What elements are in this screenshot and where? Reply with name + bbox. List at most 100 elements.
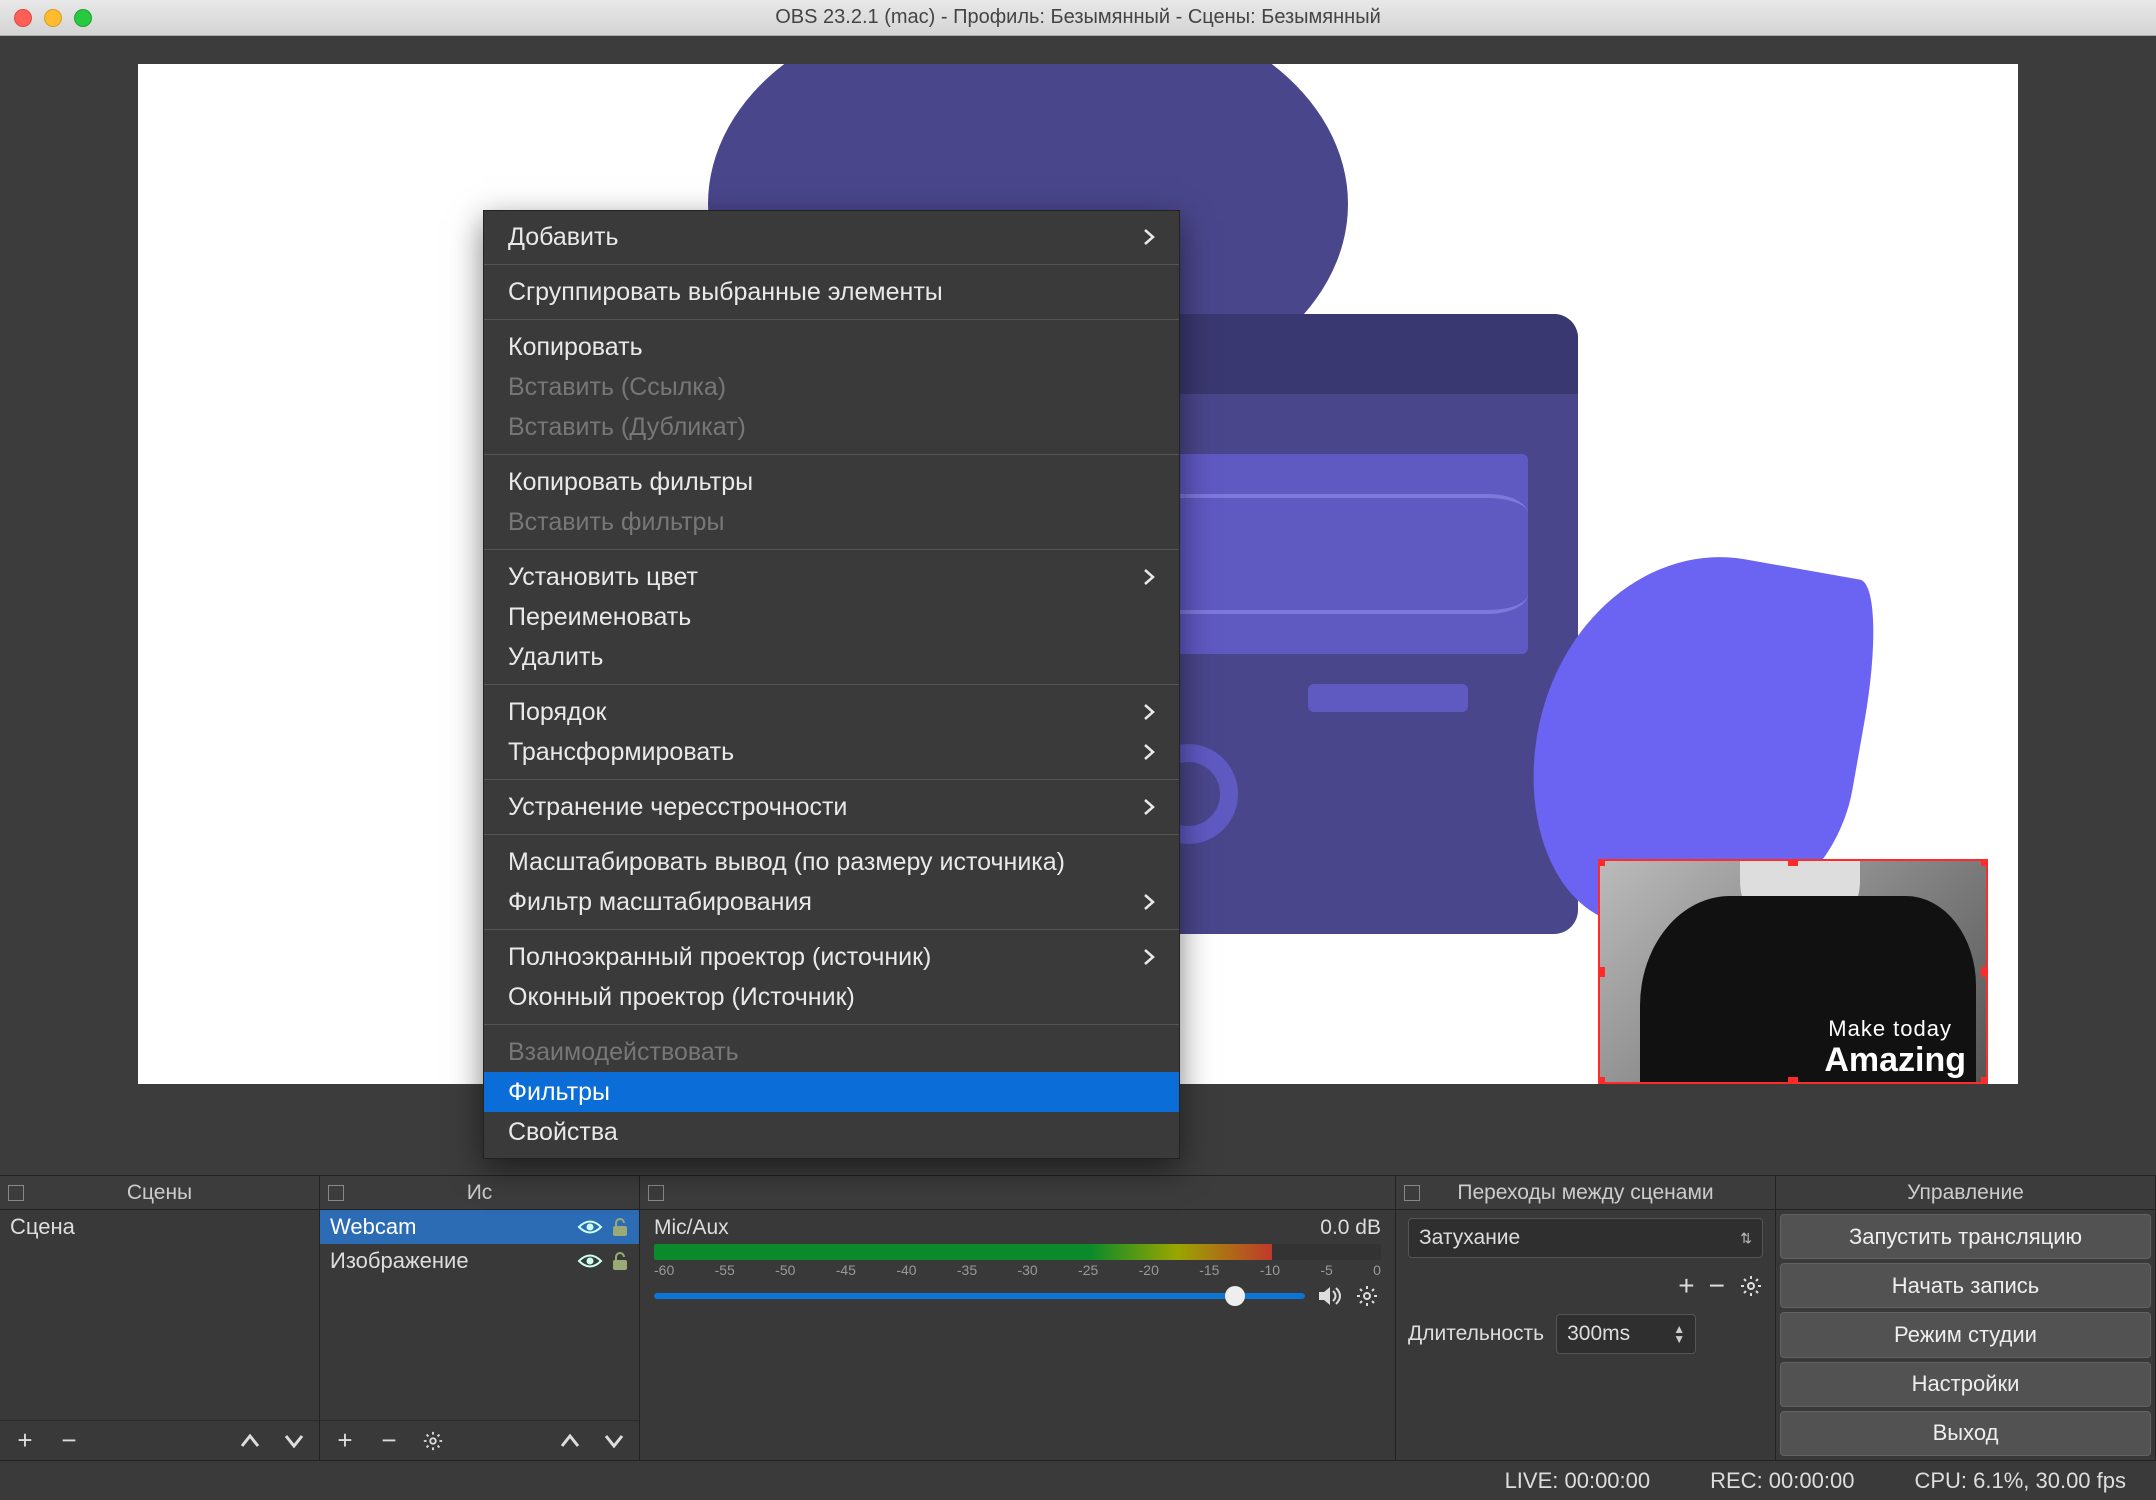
undock-icon[interactable] [1404,1185,1420,1201]
undock-icon[interactable] [8,1185,24,1201]
panel-header-transitions: Переходы между сценами [1396,1176,1775,1210]
transition-settings-icon[interactable] [1739,1274,1763,1298]
lock-icon[interactable] [611,1251,629,1271]
minimize-icon[interactable] [44,9,62,27]
context-menu-item[interactable]: Переименовать [484,597,1179,637]
control-button[interactable]: Режим студии [1780,1312,2151,1357]
move-scene-up-button[interactable] [235,1426,265,1456]
resize-handle[interactable] [1788,859,1798,866]
resize-handle[interactable] [1598,967,1605,977]
control-button[interactable]: Начать запись [1780,1263,2151,1308]
chevron-right-icon [1143,228,1155,246]
webcam-overlay-text1: Make today [1828,1016,1952,1042]
spinner-buttons[interactable]: ▲▼ [1673,1324,1685,1344]
close-icon[interactable] [14,9,32,27]
panel-header-scenes: Сцены [0,1176,319,1210]
context-menu-item[interactable]: Масштабировать вывод (по размеру источни… [484,842,1179,882]
resize-handle[interactable] [1981,967,1988,977]
resize-handle[interactable] [1598,859,1605,866]
remove-transition-button[interactable]: − [1709,1270,1725,1302]
window-title: OBS 23.2.1 (mac) - Профиль: Безымянный -… [0,6,2156,29]
duration-spinner[interactable]: 300ms ▲▼ [1556,1314,1696,1354]
menu-item-label: Копировать [508,331,643,363]
mixer-track: Mic/Aux 0.0 dB -60-55-50-45-40-35-30-25-… [654,1216,1381,1308]
source-row[interactable]: Изображение [320,1244,639,1278]
status-live: LIVE: 00:00:00 [1505,1468,1651,1494]
scenes-panel: Сцены Сцена + − [0,1176,320,1460]
webcam-overlay-text2: Amazing [1824,1041,1966,1080]
panel-header-sources: Ис [320,1176,639,1210]
context-menu-item[interactable]: Сгруппировать выбранные элементы [484,272,1179,312]
preview-area: Make today Amazing Добавить Сгруппировать… [0,36,2156,1175]
titlebar: OBS 23.2.1 (mac) - Профиль: Безымянный -… [0,0,2156,36]
menu-item-label: Вставить (Дубликат) [508,411,746,443]
menu-item-label: Масштабировать вывод (по размеру источни… [508,846,1065,878]
menu-item-label: Переименовать [508,601,691,633]
scene-row[interactable]: Сцена [0,1210,319,1244]
context-menu-item[interactable]: Фильтры [484,1072,1179,1112]
control-button[interactable]: Выход [1780,1411,2151,1456]
context-menu-item[interactable]: Полноэкранный проектор (источник) [484,937,1179,977]
menu-item-label: Установить цвет [508,561,698,593]
audio-meter [654,1244,1381,1260]
scenes-list[interactable]: Сцена [0,1210,319,1420]
move-source-down-button[interactable] [599,1426,629,1456]
webcam-source-preview[interactable]: Make today Amazing [1598,859,1988,1084]
control-button[interactable]: Настройки [1780,1362,2151,1407]
context-menu-item[interactable]: Копировать фильтры [484,462,1179,502]
add-source-button[interactable]: + [330,1426,360,1456]
mixer-panel: Mic/Aux 0.0 dB -60-55-50-45-40-35-30-25-… [640,1176,1396,1460]
move-source-up-button[interactable] [555,1426,585,1456]
resize-handle[interactable] [1598,1077,1605,1084]
move-scene-down-button[interactable] [279,1426,309,1456]
mute-icon[interactable] [1317,1285,1343,1307]
visibility-icon[interactable] [577,1252,603,1270]
volume-slider[interactable] [654,1293,1305,1299]
context-menu-item[interactable]: Фильтр масштабирования [484,882,1179,922]
menu-item-label: Порядок [508,696,606,728]
menu-item-label: Оконный проектор (Источник) [508,981,855,1013]
control-button[interactable]: Запустить трансляцию [1780,1214,2151,1259]
panel-title: Ис [467,1181,493,1205]
context-menu-item[interactable]: Установить цвет [484,557,1179,597]
chevron-right-icon [1143,893,1155,911]
slider-thumb[interactable] [1225,1286,1245,1306]
duration-label: Длительность [1408,1322,1544,1346]
sources-list[interactable]: Webcam Изображение [320,1210,639,1420]
context-menu-item[interactable]: Копировать [484,327,1179,367]
transitions-panel: Переходы между сценами Затухание ⇅ + − Д… [1396,1176,1776,1460]
resize-handle[interactable] [1981,859,1988,866]
context-menu-item[interactable]: Удалить [484,637,1179,677]
chevron-right-icon [1143,703,1155,721]
undock-icon[interactable] [328,1185,344,1201]
status-cpu: CPU: 6.1%, 30.00 fps [1914,1468,2126,1494]
context-menu-item[interactable]: Трансформировать [484,732,1179,772]
context-menu-item[interactable]: Добавить [484,217,1179,257]
source-properties-button[interactable] [418,1426,448,1456]
track-settings-icon[interactable] [1355,1284,1381,1308]
lock-icon[interactable] [611,1217,629,1237]
menu-item-label: Полноэкранный проектор (источник) [508,941,931,973]
add-transition-button[interactable]: + [1678,1270,1694,1302]
add-scene-button[interactable]: + [10,1426,40,1456]
controls-panel: Управление Запустить трансляциюНачать за… [1776,1176,2156,1460]
source-name: Webcam [330,1214,416,1240]
track-name: Mic/Aux [654,1216,729,1240]
source-row[interactable]: Webcam [320,1210,639,1244]
context-menu-item[interactable]: Устранение чересстрочности [484,787,1179,827]
context-menu[interactable]: Добавить Сгруппировать выбранные элементы… [483,210,1180,1159]
context-menu-item[interactable]: Порядок [484,692,1179,732]
context-menu-item[interactable]: Свойства [484,1112,1179,1152]
transition-select[interactable]: Затухание ⇅ [1408,1218,1763,1258]
status-bar: LIVE: 00:00:00 REC: 00:00:00 CPU: 6.1%, … [0,1460,2156,1500]
meter-ticks: -60-55-50-45-40-35-30-25-20-15-10-50 [654,1262,1381,1278]
resize-handle[interactable] [1981,1077,1988,1084]
resize-handle[interactable] [1788,1077,1798,1084]
undock-icon[interactable] [648,1185,664,1201]
remove-source-button[interactable]: − [374,1426,404,1456]
visibility-icon[interactable] [577,1218,603,1236]
context-menu-item[interactable]: Оконный проектор (Источник) [484,977,1179,1017]
track-level: 0.0 dB [1320,1216,1381,1240]
remove-scene-button[interactable]: − [54,1426,84,1456]
maximize-icon[interactable] [74,9,92,27]
